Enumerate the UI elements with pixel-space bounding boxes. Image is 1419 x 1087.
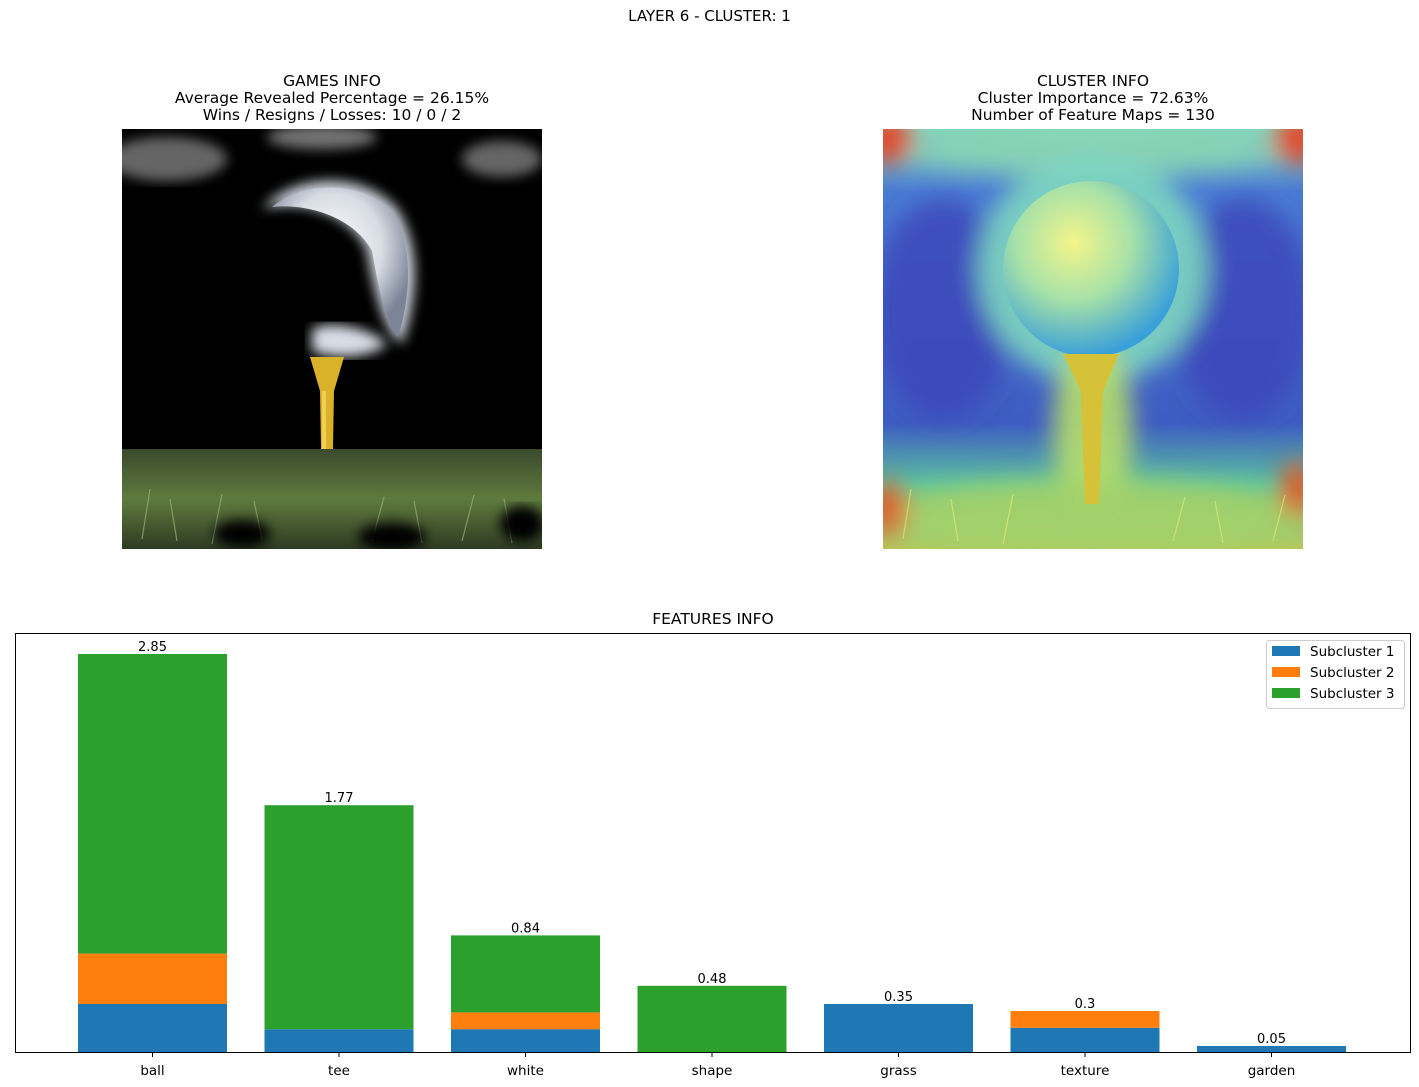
bar-tee-subcluster-3 xyxy=(264,805,414,1030)
legend: Subcluster 1 Subcluster 2 Subcluster 3 xyxy=(1266,640,1405,709)
bar-white-subcluster-1 xyxy=(451,1029,600,1053)
legend-label: Subcluster 1 xyxy=(1310,644,1395,660)
legend-swatch xyxy=(1272,667,1300,677)
x-tick-label: ball xyxy=(140,1063,164,1079)
legend-swatch xyxy=(1272,688,1300,698)
legend-label: Subcluster 2 xyxy=(1310,665,1395,681)
bar-grass-subcluster-1 xyxy=(824,1004,973,1053)
bar-total-label: 2.85 xyxy=(138,640,167,655)
bar-texture-subcluster-2 xyxy=(1010,1011,1160,1028)
x-tick-label: grass xyxy=(880,1063,916,1079)
x-tick-label: shape xyxy=(692,1063,733,1079)
bar-total-label: 1.77 xyxy=(325,791,354,806)
bar-total-label: 0.48 xyxy=(698,972,727,987)
bar-total-label: 0.84 xyxy=(511,921,540,936)
bar-total-label: 0.05 xyxy=(1257,1032,1286,1047)
bar-tee-subcluster-1 xyxy=(264,1029,414,1053)
features-bar-chart: 2.85 1.77 0.84 0.48 0.35 0.3 0.05 ball tee white… xyxy=(15,633,1411,1079)
bar-garden-subcluster-1 xyxy=(1197,1046,1346,1053)
bar-texture-subcluster-1 xyxy=(1010,1027,1160,1053)
x-tick-label: texture xyxy=(1061,1063,1110,1079)
bar-white-subcluster-2 xyxy=(451,1012,600,1030)
bar-total-label: 0.35 xyxy=(884,990,913,1005)
bar-ball-subcluster-3 xyxy=(78,654,227,954)
legend-swatch xyxy=(1272,646,1300,656)
bar-ball-subcluster-1 xyxy=(78,1004,227,1053)
x-tick-label: garden xyxy=(1248,1063,1296,1079)
bar-shape-subcluster-3 xyxy=(637,985,787,1053)
x-tick-label: tee xyxy=(328,1063,350,1079)
x-tick-label: white xyxy=(507,1063,544,1079)
bar-ball-subcluster-2 xyxy=(78,953,227,1004)
bar-total-label: 0.3 xyxy=(1075,997,1096,1012)
legend-label: Subcluster 3 xyxy=(1310,686,1395,702)
bar-white-subcluster-3 xyxy=(451,935,600,1013)
